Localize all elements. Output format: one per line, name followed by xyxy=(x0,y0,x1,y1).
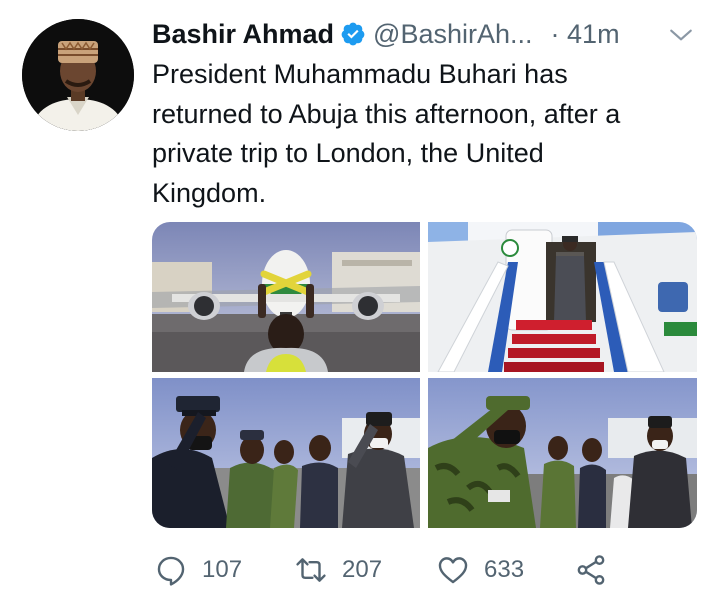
share-icon xyxy=(577,555,605,585)
like-count: 633 xyxy=(484,556,525,583)
tweet-text-line: private trip to London, the United xyxy=(152,138,544,168)
photo-aircraft-stairs[interactable] xyxy=(428,222,697,372)
avatar-image xyxy=(22,19,134,131)
retweet-button[interactable]: 207 xyxy=(294,548,382,592)
author-handle[interactable]: @BashirAh... xyxy=(373,19,532,50)
tweet-header: Bashir Ahmad @BashirAh... · 41m xyxy=(152,14,700,54)
tweet-text-line: Kingdom. xyxy=(152,177,267,208)
tweet-text-line: President Muhammadu Buhari has xyxy=(152,59,568,89)
reply-icon xyxy=(157,556,185,586)
retweet-count: 207 xyxy=(342,556,383,583)
avatar[interactable] xyxy=(22,19,134,131)
chevron-down-icon[interactable] xyxy=(668,22,694,48)
tweet-text: President Muhammadu Buhari has returned … xyxy=(152,55,702,213)
photo-airport-marshal[interactable] xyxy=(152,222,420,372)
tweet-actions: 107 207 633 xyxy=(152,548,712,592)
reply-count: 107 xyxy=(202,556,243,583)
time-value: 41m xyxy=(567,18,620,49)
media-grid xyxy=(152,222,697,528)
author-name[interactable]: Bashir Ahmad xyxy=(152,19,334,50)
photo-military-salute[interactable] xyxy=(428,378,697,528)
tweet-text-line: returned to Abuja this afternoon, after … xyxy=(152,98,621,129)
time-separator: · xyxy=(550,18,560,49)
verified-badge-icon xyxy=(341,22,365,46)
like-icon xyxy=(438,557,468,584)
photo-police-salute[interactable] xyxy=(152,378,420,528)
retweet-icon xyxy=(296,558,326,582)
reply-button[interactable]: 107 xyxy=(154,548,242,592)
share-button[interactable] xyxy=(574,548,622,592)
like-button[interactable]: 633 xyxy=(436,548,524,592)
tweet-time[interactable]: · 41m xyxy=(551,19,620,50)
